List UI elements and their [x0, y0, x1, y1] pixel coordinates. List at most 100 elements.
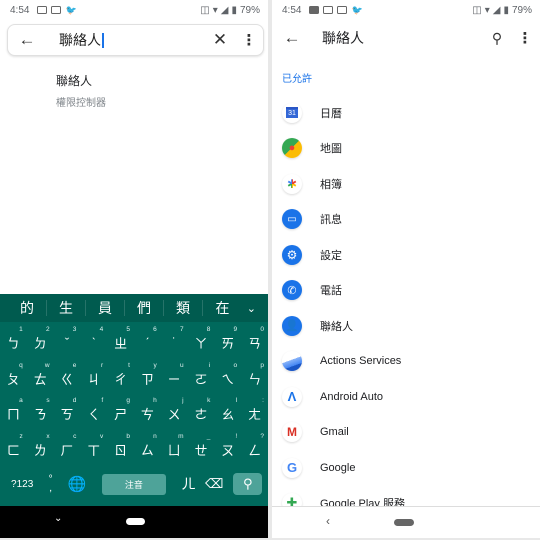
key[interactable]: 7 ˙ — [161, 322, 188, 358]
key-hint: t — [128, 361, 130, 369]
app-list-item[interactable]: ✱ 相簿 — [272, 166, 540, 202]
key[interactable]: uㄧ — [161, 358, 188, 394]
key[interactable]: cㄏ — [54, 429, 81, 465]
key[interactable]: aㄇ — [0, 393, 27, 429]
status-time: 4:54 — [282, 4, 302, 16]
clear-icon[interactable]: ✕ — [205, 24, 235, 56]
gallery-notification-icon — [37, 6, 48, 14]
key-hint: n — [153, 432, 157, 440]
key[interactable]: yㄗ — [134, 358, 161, 394]
key[interactable]: 1ㄅ — [0, 322, 27, 358]
key[interactable]: 3ˇ — [54, 322, 81, 358]
more-options-icon[interactable]: ⋮ — [235, 24, 263, 56]
suggestion[interactable]: 們 — [125, 300, 164, 316]
key-label: ㄠ — [221, 407, 235, 423]
key[interactable]: nㄙ — [134, 429, 161, 465]
key-label: ㄐ — [87, 371, 101, 387]
gallery-notification-icon — [337, 6, 348, 14]
key[interactable]: rㄐ — [80, 358, 107, 394]
key[interactable]: qㄆ — [0, 358, 27, 394]
key[interactable]: 8ㄚ — [188, 322, 215, 358]
key[interactable]: oㄟ — [214, 358, 241, 394]
key-label: ㄣ — [248, 371, 262, 387]
key[interactable]: tㄔ — [107, 358, 134, 394]
key[interactable]: ! ㄡ — [214, 429, 241, 465]
key-label: ㄙ — [140, 442, 154, 458]
key[interactable]: _ ㄝ — [188, 429, 215, 465]
key[interactable]: lㄠ — [214, 393, 241, 429]
key-hint: d — [72, 397, 77, 404]
key[interactable]: dㄎ — [54, 393, 81, 429]
key-hint: : — [262, 397, 264, 404]
key[interactable]: wㄊ — [27, 358, 54, 394]
key-row: z ㄈ x ㄌ c ㄏ v ㄒ b ㄖ n ㄙ m ㄩ _ ㄝ! ㄡ? ㄥ — [0, 429, 268, 465]
more-options-icon[interactable]: ⋮ — [510, 29, 540, 47]
status-bar: 4:54 🐦 ◫ ▾ ◢ ▮ 79% — [0, 0, 268, 20]
app-list-item[interactable]: M Gmail — [272, 415, 540, 451]
backspace-icon[interactable]: ⌫ — [201, 476, 228, 492]
search-bar[interactable]: ← 聯絡人 ✕ ⋮ — [7, 24, 264, 56]
contacts-icon: 👤 — [282, 315, 302, 336]
search-input[interactable]: 聯絡人 — [59, 30, 104, 50]
app-list-item[interactable]: ⚙ 設定 — [272, 237, 540, 273]
home-pill[interactable] — [394, 519, 414, 526]
key[interactable]: :ㄤ — [241, 393, 268, 429]
key[interactable]: xㄌ — [27, 429, 54, 465]
app-list-item[interactable]: Λ Android Auto — [272, 379, 540, 415]
suggestion[interactable]: 員 — [86, 300, 125, 316]
back-nav-icon[interactable]: ‹ — [326, 514, 330, 528]
key[interactable]: kㄜ — [188, 393, 215, 429]
suggestion[interactable]: 的 — [8, 300, 47, 316]
vibrate-icon: ◫ — [472, 4, 482, 16]
key-row: aㄇsㄋdㄎfㄑgㄕhㄘjㄨkㄜlㄠ:ㄤ — [0, 393, 268, 429]
key[interactable]: 4ˋ — [80, 322, 107, 358]
key[interactable]: bㄖ — [107, 429, 134, 465]
app-list-item[interactable]: ● 地圖 — [272, 131, 540, 167]
key[interactable]: 0ㄢ — [241, 322, 268, 358]
key[interactable]: zㄈ — [0, 429, 27, 465]
expand-suggestions-icon[interactable]: ⌄ — [247, 302, 256, 315]
key[interactable]: ? ㄥ — [241, 429, 268, 465]
key[interactable]: iㄛ — [188, 358, 215, 394]
app-list-item[interactable]: 31 日曆 — [272, 95, 540, 131]
key[interactable]: 5ㄓ — [107, 322, 134, 358]
back-arrow-icon[interactable]: ← — [274, 28, 310, 48]
search-key-icon[interactable]: ⚲ — [233, 473, 262, 495]
symbols-key[interactable]: ?123 — [6, 479, 38, 490]
search-icon[interactable]: ⚲ — [484, 30, 510, 47]
globe-language-icon[interactable]: 🌐 — [63, 475, 92, 493]
key[interactable]: 6ˊ — [134, 322, 161, 358]
search-result[interactable]: 聯絡人 權限控制器 — [56, 72, 106, 109]
key[interactable]: mㄩ — [161, 429, 188, 465]
hide-keyboard-icon[interactable]: ⌄ — [54, 513, 62, 524]
key-label: ㄒ — [87, 442, 101, 458]
key[interactable]: jㄨ — [161, 393, 188, 429]
battery-icon: ▮ — [503, 4, 509, 16]
app-list-item[interactable]: ✆ 電話 — [272, 273, 540, 309]
space-key[interactable]: 注音 — [101, 473, 167, 495]
key[interactable]: pㄣ — [241, 358, 268, 394]
app-list-item[interactable]: 👤 聯絡人 — [272, 308, 540, 344]
home-pill[interactable] — [126, 518, 145, 525]
app-list-item[interactable]: G Google — [272, 450, 540, 486]
key[interactable]: 9ㄞ — [214, 322, 241, 358]
key-label: ㄆ — [6, 371, 20, 387]
suggestion[interactable]: 類 — [164, 300, 203, 316]
key[interactable]: sㄋ — [27, 393, 54, 429]
app-list-item[interactable]: Actions Services — [272, 344, 540, 380]
key[interactable]: 2ㄉ — [27, 322, 54, 358]
punctuation-key[interactable]: °, — [38, 475, 63, 494]
back-arrow-icon[interactable]: ← — [10, 24, 44, 56]
app-list-item[interactable]: ▭ 訊息 — [272, 202, 540, 238]
key[interactable]: gㄕ — [107, 393, 134, 429]
app-name: Gmail — [320, 426, 349, 439]
key-label: ㄨ — [167, 407, 181, 423]
key[interactable]: vㄒ — [80, 429, 107, 465]
suggestion[interactable]: 在 — [203, 300, 242, 316]
suggestion[interactable]: 生 — [47, 300, 86, 316]
key[interactable]: hㄘ — [134, 393, 161, 429]
app-name: Android Auto — [320, 390, 383, 403]
key[interactable]: eㄍ — [54, 358, 81, 394]
er-key[interactable]: ㄦ — [176, 474, 201, 494]
key[interactable]: fㄑ — [80, 393, 107, 429]
